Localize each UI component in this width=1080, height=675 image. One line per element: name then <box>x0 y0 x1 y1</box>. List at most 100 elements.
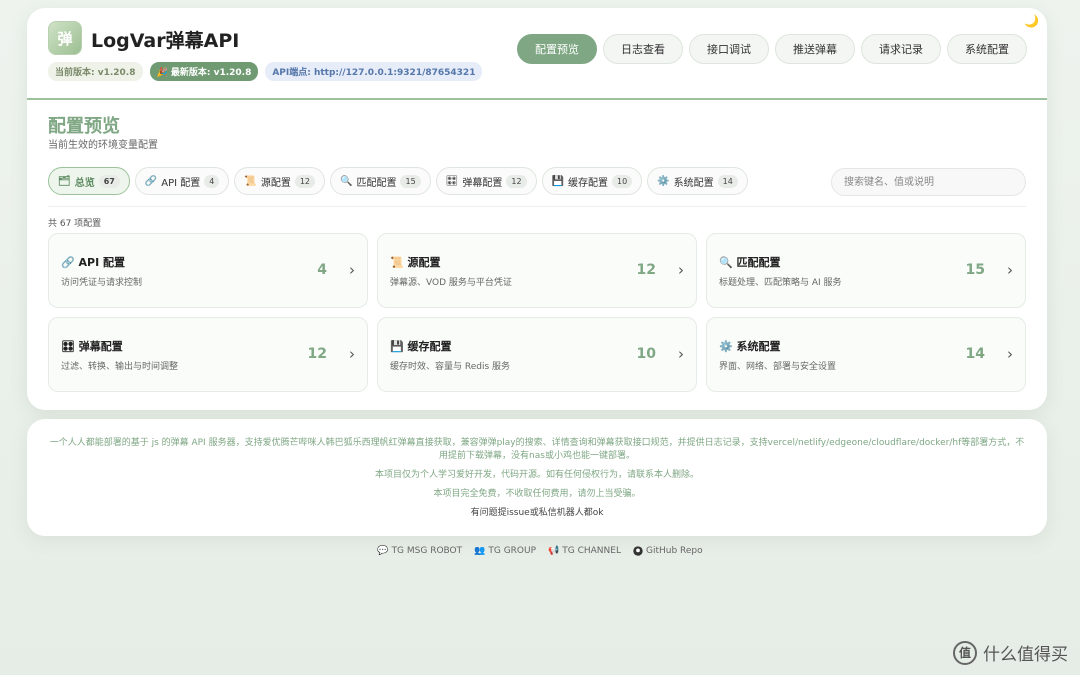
tab-count: 15 <box>400 174 421 188</box>
link-github-repo[interactable]: GitHub Repo <box>633 546 703 556</box>
search-input[interactable] <box>831 168 1026 196</box>
footer-description: 一个人人都能部署的基于 js 的弹幕 API 服务器，支持爱优腾芒哔咪人韩巴狐乐… <box>49 438 1025 461</box>
people-icon: 👥 <box>474 546 486 556</box>
tab-source-config[interactable]: 📜 源配置 12 <box>234 167 326 195</box>
card-title: 🎛 弹幕配置 <box>61 340 123 353</box>
chevron-right-icon: › <box>678 261 684 279</box>
card-title: 📜 源配置 <box>390 256 441 269</box>
link-tg-channel[interactable]: 📢 TG CHANNEL <box>548 546 621 556</box>
chevron-right-icon: › <box>349 261 355 279</box>
footer-panel: 一个人人都能部署的基于 js 的弹幕 API 服务器，支持爱优腾芒哔咪人韩巴狐乐… <box>27 419 1047 536</box>
card-description: 标题处理、匹配策略与 AI 服务 <box>719 278 842 288</box>
card-description: 过滤、转换、输出与时间调整 <box>61 362 179 372</box>
card-count: 15 <box>965 262 985 278</box>
api-endpoint-badge[interactable]: API端点: http://127.0.0.1:9321/87654321 <box>265 62 483 81</box>
tab-count: 4 <box>204 174 220 188</box>
link-tg-group[interactable]: 👥 TG GROUP <box>474 546 536 556</box>
link-icon: 🔗 <box>144 175 158 187</box>
card-title: 🔗 API 配置 <box>61 256 126 269</box>
card-source-config[interactable]: 📜 源配置 弹幕源、VOD 服务与平台凭证 12 › <box>377 233 697 308</box>
speech-bubble-icon: 💬 <box>377 546 389 556</box>
link-label: TG CHANNEL <box>562 546 621 556</box>
megaphone-icon: 📢 <box>548 546 560 556</box>
card-title: 🔍 匹配配置 <box>719 256 781 269</box>
card-cache-config[interactable]: 💾 缓存配置 缓存时效、容量与 Redis 服务 10 › <box>377 317 697 392</box>
page-subtitle: 当前生效的环境变量配置 <box>48 140 158 151</box>
link-label: GitHub Repo <box>645 546 703 556</box>
nav-config-preview[interactable]: 配置预览 <box>517 34 597 64</box>
tab-cache-config[interactable]: 💾 缓存配置 10 <box>541 167 643 195</box>
card-description: 界面、网络、部署与安全设置 <box>719 362 837 372</box>
divider <box>48 206 1026 207</box>
theme-toggle-moon-icon[interactable]: 🌙 <box>1024 14 1039 28</box>
app-title: LogVar弹幕API <box>91 30 240 52</box>
top-nav: 配置预览 日志查看 接口调试 推送弹幕 请求记录 系统配置 <box>517 34 1027 64</box>
category-tabs: 🗂 总览 67 🔗 API 配置 4 📜 源配置 12 🔍 匹配配置 15 🎛 … <box>48 167 748 195</box>
tab-count: 67 <box>98 174 120 188</box>
control-knobs-icon: 🎛 <box>445 175 459 187</box>
card-count: 10 <box>636 346 656 362</box>
nav-request-log[interactable]: 请求记录 <box>861 34 941 64</box>
card-description: 访问凭证与请求控制 <box>61 278 143 288</box>
footer-disclaimer: 本项目仅为个人学习爱好开发，代码开源。如有任何侵权行为，请联系本人删除。 <box>374 470 699 480</box>
total-count: 共 67 项配置 <box>48 219 102 229</box>
card-api-config[interactable]: 🔗 API 配置 访问凭证与请求控制 4 › <box>48 233 368 308</box>
link-label: TG MSG ROBOT <box>391 546 463 556</box>
card-title: ⚙️ 系统配置 <box>719 340 781 353</box>
card-title: 💾 缓存配置 <box>390 340 452 353</box>
footer-contact: 有问题提issue或私信机器人都ok <box>470 508 604 518</box>
nav-push-danmaku[interactable]: 推送弹幕 <box>775 34 855 64</box>
link-label: TG GROUP <box>488 546 537 556</box>
scroll-icon: 📜 <box>244 175 257 187</box>
floppy-disk-icon: 💾 <box>551 175 565 187</box>
tab-count: 14 <box>717 174 738 188</box>
tab-overview[interactable]: 🗂 总览 67 <box>48 167 130 195</box>
tab-danmaku-config[interactable]: 🎛 弹幕配置 12 <box>435 167 537 195</box>
card-count: 14 <box>965 346 985 362</box>
card-danmaku-config[interactable]: 🎛 弹幕配置 过滤、转换、输出与时间调整 12 › <box>48 317 368 392</box>
config-card-grid: 🔗 API 配置 访问凭证与请求控制 4 › 📜 源配置 弹幕源、VOD 服务与… <box>48 233 1026 392</box>
tab-label: 缓存配置 <box>568 177 609 189</box>
github-icon <box>633 546 643 556</box>
latest-version-badge: 🎉 最新版本: v1.20.8 <box>149 62 259 81</box>
watermark-logo-icon: 值 <box>953 640 977 665</box>
page-title: 配置预览 <box>48 116 120 137</box>
watermark: 值 什么值得买 <box>953 640 1068 665</box>
tab-count: 12 <box>294 174 316 188</box>
card-description: 弹幕源、VOD 服务与平台凭证 <box>390 278 512 288</box>
chevron-right-icon: › <box>1007 345 1013 363</box>
tab-label: 源配置 <box>260 177 291 189</box>
tab-match-config[interactable]: 🔍 匹配配置 15 <box>330 167 431 195</box>
card-count: 4 <box>317 262 327 278</box>
gear-icon: ⚙️ <box>657 175 670 187</box>
tab-label: 系统配置 <box>673 177 714 189</box>
card-count: 12 <box>307 346 327 362</box>
app-logo: 弹 <box>48 21 82 55</box>
tab-label: 总览 <box>74 177 95 189</box>
magnifier-icon: 🔍 <box>340 175 353 187</box>
card-match-config[interactable]: 🔍 匹配配置 标题处理、匹配策略与 AI 服务 15 › <box>706 233 1026 308</box>
current-version-badge: 当前版本: v1.20.8 <box>48 62 143 81</box>
chevron-right-icon: › <box>1007 261 1013 279</box>
card-description: 缓存时效、容量与 Redis 服务 <box>390 362 511 372</box>
card-system-config[interactable]: ⚙️ 系统配置 界面、网络、部署与安全设置 14 › <box>706 317 1026 392</box>
chevron-right-icon: › <box>349 345 355 363</box>
tab-label: 弹幕配置 <box>462 177 503 189</box>
watermark-text: 什么值得买 <box>983 645 1068 665</box>
tab-system-config[interactable]: ⚙️ 系统配置 14 <box>647 167 748 195</box>
tab-count: 10 <box>612 174 633 188</box>
chevron-right-icon: › <box>678 345 684 363</box>
nav-system-config[interactable]: 系统配置 <box>947 34 1027 64</box>
footer-free-notice: 本项目完全免费，不收取任何费用，请勿上当受骗。 <box>433 489 641 499</box>
tab-label: API 配置 <box>161 177 201 189</box>
version-badges: 当前版本: v1.20.8 🎉 最新版本: v1.20.8 API端点: htt… <box>48 62 483 81</box>
nav-log-view[interactable]: 日志查看 <box>603 34 683 64</box>
tab-label: 匹配配置 <box>356 177 397 189</box>
folder-icon: 🗂 <box>58 175 71 187</box>
footer-links: 💬 TG MSG ROBOT 👥 TG GROUP 📢 TG CHANNEL G… <box>0 546 1080 556</box>
tab-count: 12 <box>506 174 527 188</box>
header: 弹 LogVar弹幕API 🌙 当前版本: v1.20.8 🎉 最新版本: v1… <box>27 8 1047 100</box>
tab-api-config[interactable]: 🔗 API 配置 4 <box>134 167 230 195</box>
nav-api-debug[interactable]: 接口调试 <box>689 34 769 64</box>
link-tg-msg-robot[interactable]: 💬 TG MSG ROBOT <box>377 546 462 556</box>
